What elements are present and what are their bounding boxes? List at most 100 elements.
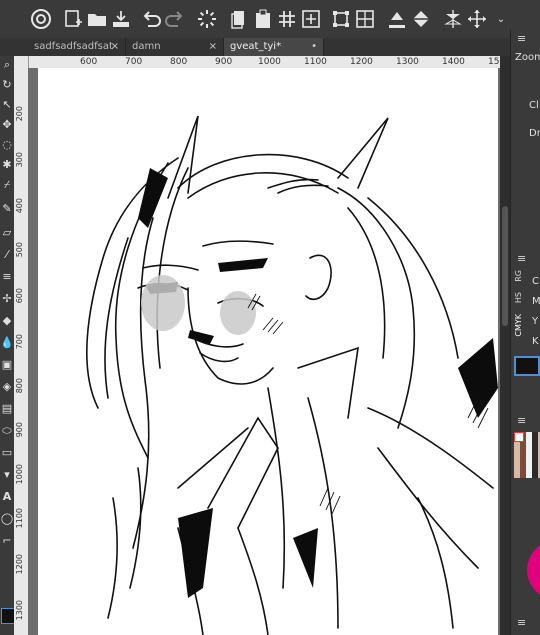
- ruler-tick-label: 1400: [442, 57, 465, 67]
- new-file-icon[interactable]: [60, 6, 86, 32]
- tab-label: damn: [132, 41, 161, 52]
- tab-close-icon[interactable]: ×: [111, 38, 119, 56]
- eyedropper-icon[interactable]: ⌿: [0, 178, 14, 192]
- color-tab-strip: RG HS CMYK: [514, 270, 526, 350]
- current-color-box[interactable]: [514, 356, 540, 376]
- magic-wand-icon[interactable]: ✱: [0, 158, 14, 172]
- paste-icon[interactable]: [250, 6, 276, 32]
- canvas-viewport[interactable]: [28, 68, 500, 635]
- draw-label: Dr: [529, 128, 540, 139]
- eraser-2-icon[interactable]: ◆: [0, 314, 14, 328]
- ruler-tick-label: 600: [15, 288, 24, 304]
- navigator-zoom-label: Zoom: [515, 52, 540, 63]
- rotate-tool-icon[interactable]: ↻: [0, 78, 14, 92]
- left-tool-strip: ⌕ ↻ ↖ ✥ ◌ ✱ ⌿ ✎ ▱ ⁄ ≡ ✢ ◆ 💧 ▣ ◈ ▤ ⬭ ▭ ▾ …: [0, 56, 15, 635]
- cmyk-y-label: Y: [532, 316, 539, 327]
- correction-tool-icon[interactable]: ⌐: [0, 534, 14, 548]
- tab-sadfsadfsadfsat[interactable]: sadfsadfsadfsat ×: [28, 38, 126, 56]
- ruler-tick-label: 800: [15, 378, 24, 394]
- paint-bucket-icon[interactable]: [408, 6, 434, 32]
- move-canvas-icon[interactable]: [464, 6, 490, 32]
- ruler-tick-label: 1200: [15, 554, 24, 575]
- lasso-tool-icon[interactable]: ◌: [0, 138, 14, 152]
- tab-gveat-tyi[interactable]: gveat_tyi* •: [224, 38, 324, 56]
- ruler-tick-label: 700: [125, 57, 143, 67]
- ruler-tick-label: 15: [488, 57, 500, 67]
- fill-layer-icon[interactable]: [384, 6, 410, 32]
- eraser-icon[interactable]: ▱: [0, 226, 14, 240]
- save-icon[interactable]: [108, 6, 134, 32]
- brush-icon[interactable]: ⁄: [0, 248, 14, 262]
- sketch-artwork: [86, 115, 498, 635]
- pen-tool-icon[interactable]: ✎: [0, 202, 14, 216]
- ruler-tick-label: 1000: [258, 57, 281, 67]
- transform-icon[interactable]: [328, 6, 354, 32]
- tab-modified-dot-icon[interactable]: •: [311, 38, 317, 56]
- airbrush-icon[interactable]: ≡: [0, 270, 14, 284]
- select-area-icon[interactable]: [352, 6, 378, 32]
- gradient-tool-icon[interactable]: ▤: [0, 402, 14, 416]
- main-color-swatch[interactable]: [1, 608, 15, 624]
- move-tool-icon[interactable]: ✥: [0, 118, 14, 132]
- tab-cmyk[interactable]: CMYK: [514, 314, 523, 337]
- drop-icon[interactable]: 💧: [0, 336, 14, 350]
- panel-menu-icon-3[interactable]: ≡: [517, 414, 526, 427]
- zoom-tool-icon[interactable]: ⌕: [0, 58, 14, 72]
- app-logo-icon[interactable]: [28, 6, 54, 32]
- undo-icon[interactable]: [138, 6, 164, 32]
- document-tab-bar: sadfsadfsadfsat × damn × gveat_tyi* •: [0, 38, 510, 56]
- redo-icon[interactable]: [162, 6, 188, 32]
- top-toolbar: ⌄: [0, 0, 540, 39]
- ruler-tool-icon[interactable]: ▾: [0, 468, 14, 482]
- blend-tool-icon[interactable]: ✢: [0, 292, 14, 306]
- vertical-ruler: 200 300 400 500 600 700 800 900 1000 110…: [14, 56, 29, 635]
- fill-tool-icon[interactable]: ◈: [0, 380, 14, 394]
- ruler-tick-label: 400: [15, 198, 24, 214]
- tab-damn[interactable]: damn ×: [126, 38, 224, 56]
- grid-icon[interactable]: [274, 6, 300, 32]
- ruler-tick-label: 1300: [396, 57, 419, 67]
- ruler-tick-label: 1300: [15, 600, 24, 621]
- color-palette-swatch[interactable]: [514, 432, 524, 442]
- tab-label: sadfsadfsadfsat: [34, 41, 113, 52]
- ruler-tick-label: 900: [15, 422, 24, 438]
- panel-menu-icon-4[interactable]: ≡: [517, 616, 526, 629]
- ruler-tick-label: 300: [15, 152, 24, 168]
- canvas-vertical-scrollbar[interactable]: [500, 56, 510, 635]
- flip-icon[interactable]: [440, 6, 466, 32]
- panel-menu-icon-2[interactable]: ≡: [517, 252, 526, 265]
- ruler-tick-label: 900: [215, 57, 233, 67]
- scrollbar-thumb[interactable]: [502, 206, 508, 326]
- copy-icon[interactable]: [226, 6, 252, 32]
- ruler-tick-label: 1100: [15, 508, 24, 529]
- shape-tool-icon[interactable]: ⬭: [0, 424, 14, 438]
- ruler-tick-label: 1000: [15, 464, 24, 485]
- ruler-tick-label: 1100: [304, 57, 327, 67]
- fit-window-icon[interactable]: [298, 6, 324, 32]
- figure-tool-icon[interactable]: ▣: [0, 358, 14, 372]
- text-tool-icon[interactable]: A: [0, 490, 14, 504]
- loading-spinner-icon[interactable]: [194, 6, 220, 32]
- clip-label: Cl: [529, 100, 539, 111]
- open-folder-icon[interactable]: [84, 6, 110, 32]
- toolbar-overflow-chevron-icon[interactable]: ⌄: [494, 6, 508, 32]
- tab-hsv[interactable]: HS: [514, 292, 523, 303]
- ruler-tick-label: 800: [170, 57, 188, 67]
- tab-rgb[interactable]: RG: [514, 270, 523, 282]
- drawing-paper[interactable]: [38, 68, 498, 635]
- tab-label: gveat_tyi*: [230, 41, 282, 52]
- tab-close-icon[interactable]: ×: [209, 38, 217, 56]
- frame-tool-icon[interactable]: ▭: [0, 446, 14, 460]
- right-panel: ≡ Zoom Cl Dr ≡ RG HS CMYK C M Y K ≡ ≡: [510, 30, 540, 635]
- balloon-tool-icon[interactable]: ◯: [0, 512, 14, 526]
- ruler-tick-label: 600: [80, 57, 98, 67]
- cmyk-c-label: C: [532, 276, 539, 287]
- cmyk-k-label: K: [532, 336, 539, 347]
- panel-menu-icon[interactable]: ≡: [517, 32, 526, 45]
- pointer-tool-icon[interactable]: ↖: [0, 98, 14, 112]
- ruler-tick-label: 700: [15, 334, 24, 350]
- ruler-tick-label: 1200: [350, 57, 373, 67]
- cmyk-m-label: M: [532, 296, 540, 307]
- ruler-tick-label: 500: [15, 242, 24, 258]
- color-wheel[interactable]: [527, 540, 540, 600]
